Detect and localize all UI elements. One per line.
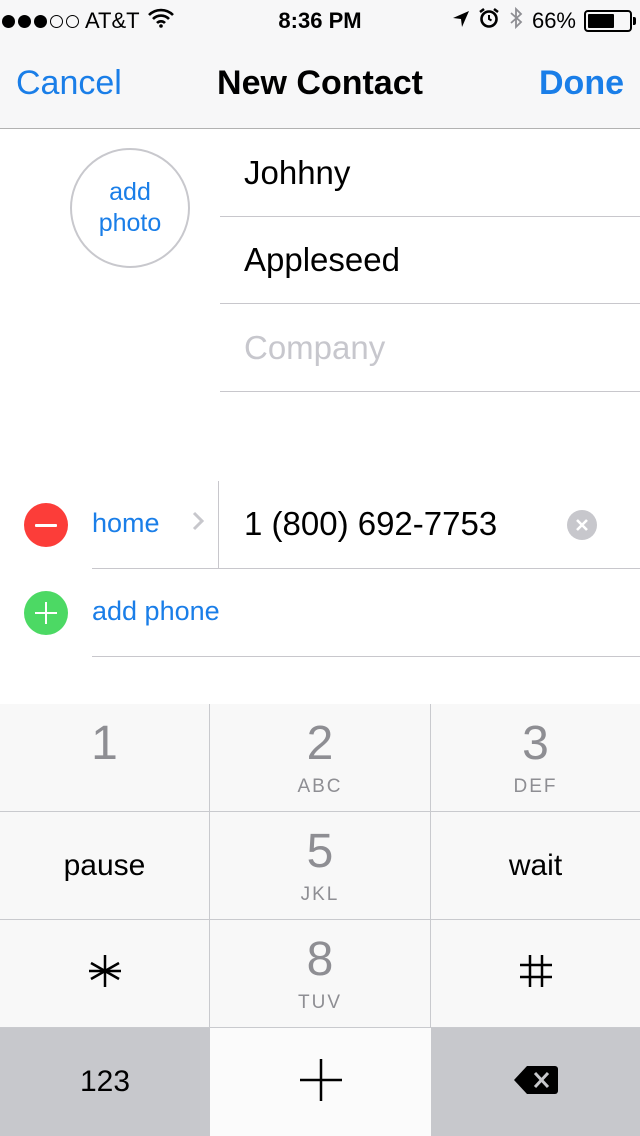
key-digit: 8 [306, 932, 334, 986]
key-1[interactable]: 1 [0, 704, 210, 812]
key-letters [101, 776, 108, 798]
key-plus[interactable] [210, 1028, 431, 1136]
key-123[interactable]: 123 [0, 1028, 210, 1136]
key-word: pause [63, 848, 146, 882]
phone-label-selector[interactable]: home [92, 508, 160, 539]
add-photo-label-line2: photo [98, 209, 162, 237]
first-name-field[interactable]: Johhny [220, 129, 640, 217]
phone-row: home 1 (800) 692-7753 [0, 481, 640, 569]
key-digit: 1 [91, 716, 118, 770]
key-wait[interactable]: wait [431, 812, 640, 920]
bluetooth-icon [508, 6, 524, 36]
key-2[interactable]: 2 ABC [210, 704, 431, 812]
battery-icon [584, 10, 636, 32]
key-hash[interactable] [431, 920, 640, 1028]
key-asterisk[interactable] [0, 920, 210, 1028]
last-name-value: Appleseed [244, 240, 400, 278]
phone-keypad: 1 2 ABC 3 DEF pause 5 JKL wait 8 TUV 123 [0, 704, 640, 1136]
key-pause[interactable]: pause [0, 812, 210, 920]
location-arrow-icon [452, 8, 470, 34]
remove-phone-button[interactable] [24, 503, 68, 547]
battery-percent: 66% [531, 8, 576, 33]
key-letters: DEF [513, 775, 558, 797]
key-digit: 3 [522, 716, 549, 770]
add-phone-button[interactable] [24, 591, 68, 635]
key-digit: 5 [306, 824, 334, 878]
chevron-right-icon [191, 509, 205, 538]
first-name-value: Johhny [244, 153, 351, 191]
phone-label-divider [218, 481, 219, 568]
plus-icon [35, 602, 57, 624]
last-name-field[interactable]: Appleseed [220, 216, 640, 304]
row-divider [92, 656, 640, 657]
key-digit: 2 [306, 716, 334, 770]
key-8[interactable]: 8 TUV [210, 920, 431, 1028]
key-letters: TUV [298, 991, 342, 1013]
delete-backspace-icon [513, 1064, 559, 1101]
hash-icon [516, 951, 556, 996]
key-letters: JKL [300, 883, 340, 905]
add-photo-button[interactable]: add photo [70, 148, 190, 268]
navigation-bar: Cancel New Contact Done [0, 40, 640, 129]
key-delete[interactable] [431, 1028, 640, 1136]
battery-fill [588, 14, 615, 28]
key-word: wait [508, 848, 563, 882]
key-5[interactable]: 5 JKL [210, 812, 431, 920]
status-bar: AT&T 8:36 PM 66% [0, 0, 640, 40]
done-button[interactable]: Done [539, 64, 624, 103]
key-3[interactable]: 3 DEF [431, 704, 640, 812]
alarm-icon [478, 7, 500, 35]
company-field[interactable]: Company [220, 304, 640, 392]
key-letters: ABC [297, 775, 343, 797]
add-photo-label-line1: add [109, 178, 151, 206]
phone-number-input[interactable]: 1 (800) 692-7753 [244, 505, 497, 543]
status-right: 66% [452, 6, 636, 36]
clear-text-icon[interactable] [567, 510, 597, 540]
add-phone-row[interactable]: add phone [0, 569, 640, 657]
company-placeholder: Company [244, 328, 386, 366]
add-phone-label[interactable]: add phone [92, 596, 220, 627]
plus-icon [298, 1057, 344, 1108]
key-word: 123 [79, 1065, 131, 1098]
asterisk-icon [85, 951, 125, 996]
